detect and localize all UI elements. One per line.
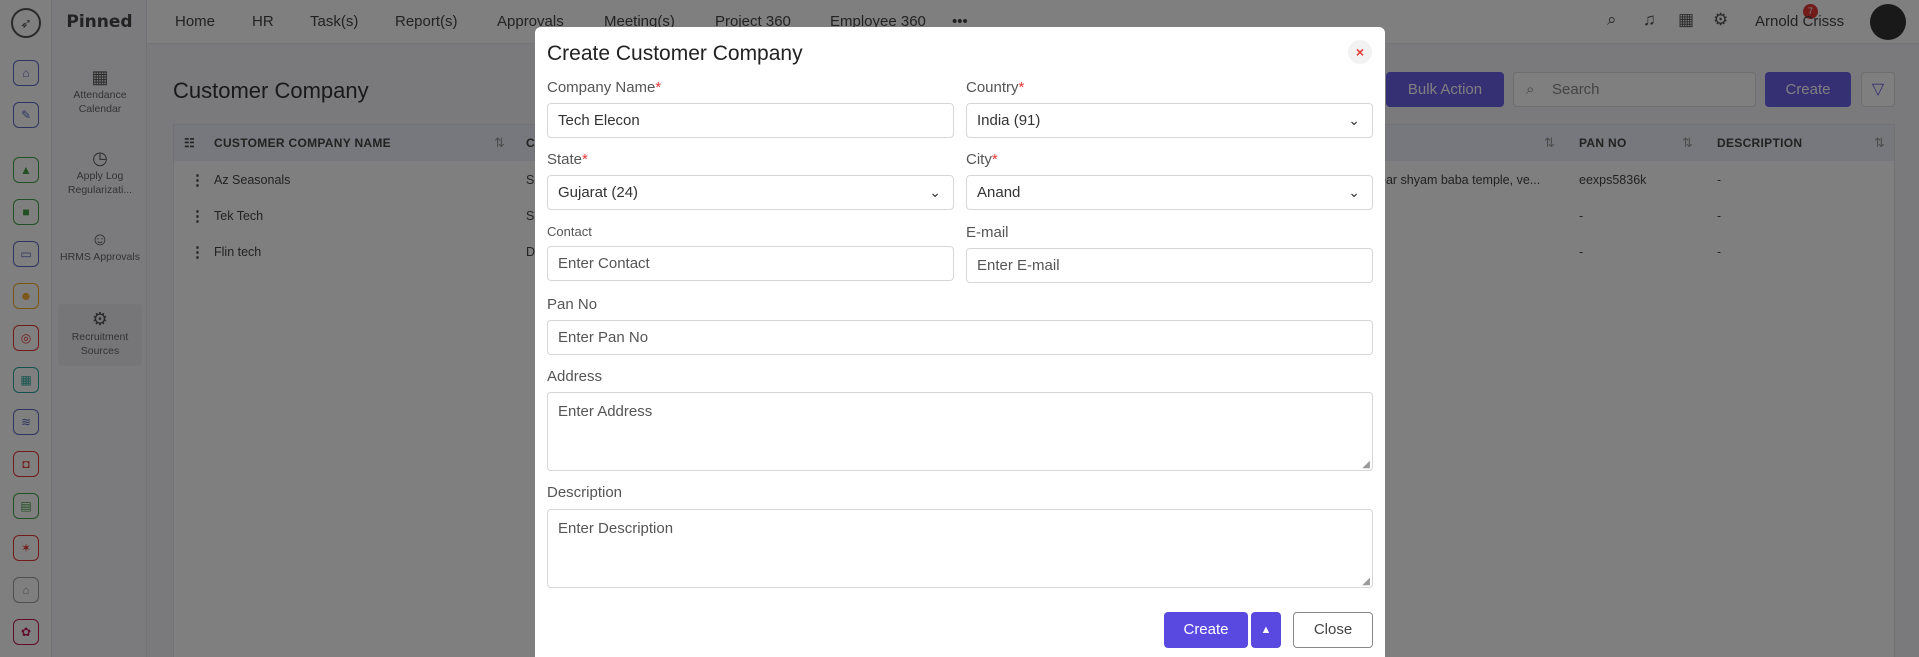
state-select[interactable]: Gujarat (24) ⌄: [547, 175, 954, 210]
resize-handle-icon[interactable]: ◢: [1362, 576, 1370, 587]
description-textarea[interactable]: Enter Description ◢: [547, 509, 1373, 588]
chevron-down-icon: ⌄: [929, 184, 941, 200]
pan-placeholder: Enter Pan No: [558, 329, 649, 346]
email-placeholder: Enter E-mail: [977, 257, 1060, 274]
company-name-label: Company Name*: [547, 79, 661, 96]
resize-handle-icon[interactable]: ◢: [1362, 459, 1370, 470]
contact-label: Contact: [547, 224, 592, 239]
create-submit-button[interactable]: Create: [1164, 612, 1248, 648]
address-textarea[interactable]: Enter Address ◢: [547, 392, 1373, 471]
modal-title: Create Customer Company: [547, 42, 803, 65]
caret-up-icon[interactable]: ▲: [1251, 612, 1281, 648]
chevron-down-icon: ⌄: [1348, 112, 1360, 128]
required-mark: *: [1018, 79, 1025, 96]
description-placeholder: Enter Description: [558, 520, 674, 537]
city-label: City*: [966, 151, 998, 168]
chevron-down-icon: ⌄: [1348, 184, 1360, 200]
pan-label: Pan No: [547, 296, 598, 313]
required-mark: *: [991, 151, 998, 168]
state-value: Gujarat (24): [558, 184, 639, 201]
required-mark: *: [655, 79, 662, 96]
contact-placeholder: Enter Contact: [558, 255, 650, 272]
address-label: Address: [547, 368, 603, 385]
country-value: India (91): [977, 112, 1041, 129]
company-name-field[interactable]: Tech Elecon: [547, 103, 954, 138]
city-value: Anand: [977, 184, 1021, 201]
company-name-label-text: Company Name: [547, 79, 656, 96]
email-field[interactable]: Enter E-mail: [966, 248, 1373, 283]
description-label: Description: [547, 484, 623, 501]
company-name-value: Tech Elecon: [558, 112, 640, 129]
country-select[interactable]: India (91) ⌄: [966, 103, 1373, 138]
city-label-text: City: [966, 151, 992, 168]
email-label: E-mail: [966, 224, 1009, 241]
state-label-text: State: [547, 151, 583, 168]
required-mark: *: [582, 151, 588, 168]
country-label: Country*: [966, 79, 1024, 96]
state-label: State*: [547, 151, 588, 168]
create-customer-company-modal: Create Customer Company × Company Name* …: [535, 27, 1385, 657]
close-button[interactable]: Close: [1293, 612, 1373, 648]
address-placeholder: Enter Address: [558, 403, 653, 420]
country-label-text: Country: [966, 79, 1019, 96]
close-icon[interactable]: ×: [1348, 40, 1372, 64]
contact-field[interactable]: Enter Contact: [547, 246, 954, 281]
pan-field[interactable]: Enter Pan No: [547, 320, 1373, 355]
city-select[interactable]: Anand ⌄: [966, 175, 1373, 210]
